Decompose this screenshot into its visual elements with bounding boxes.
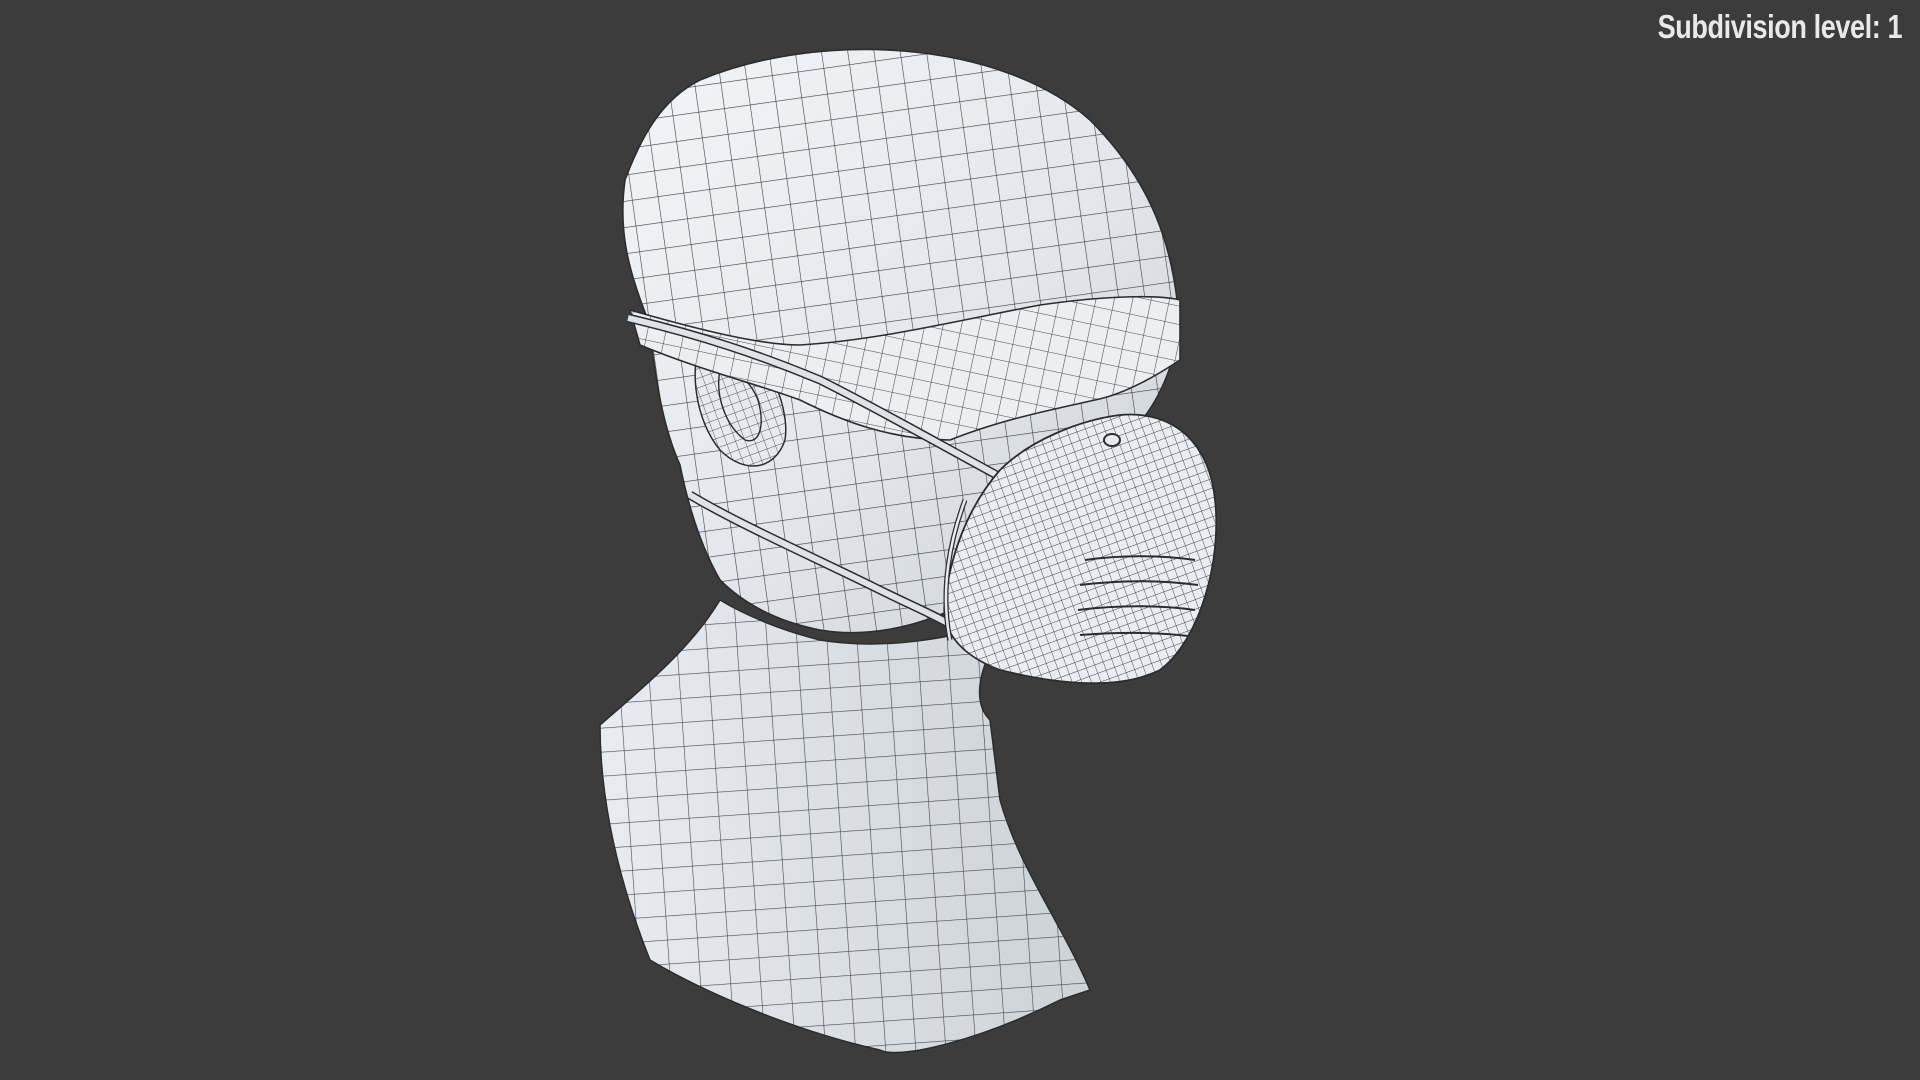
3d-viewport[interactable]: Subdivision level: 1 xyxy=(0,0,1920,1080)
subdivision-level-label: Subdivision level: 1 xyxy=(1657,8,1903,45)
model-render[interactable] xyxy=(0,0,1920,1080)
